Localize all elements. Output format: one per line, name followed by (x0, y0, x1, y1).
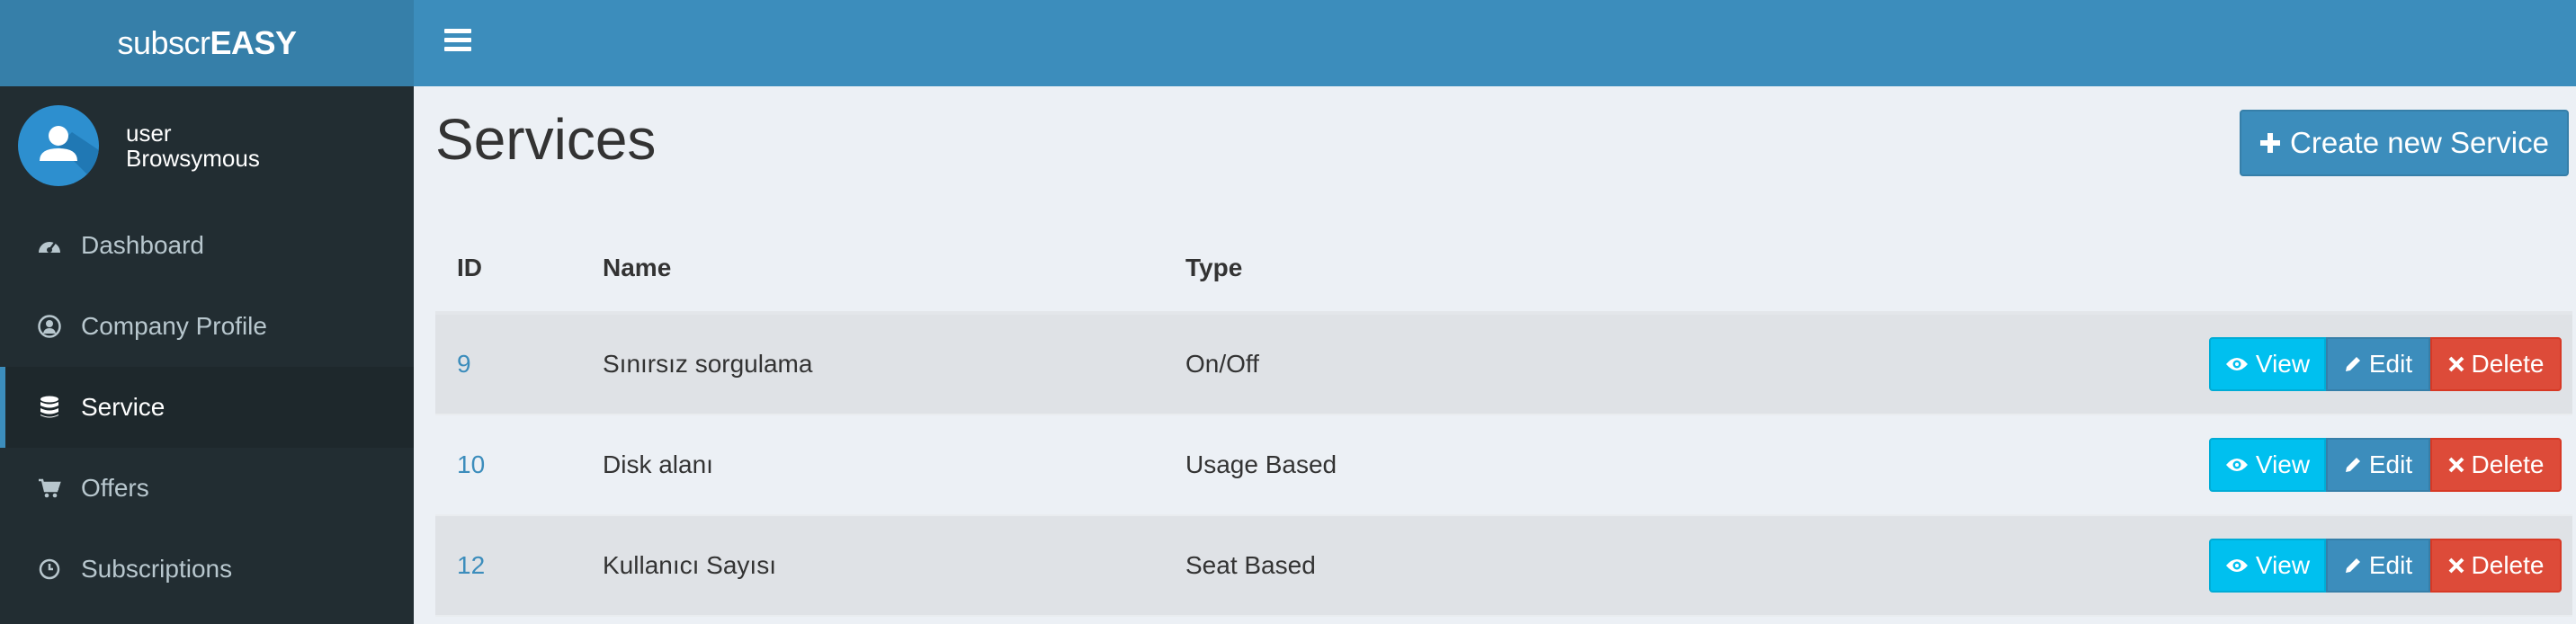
table-row: 10 Disk alanı Usage Based View Edit Dele… (435, 415, 2572, 516)
delete-button[interactable]: Delete (2430, 337, 2562, 391)
services-table: ID Name Type 9 Sınırsız sorgulama On/Off… (435, 225, 2572, 617)
edit-label: Edit (2368, 551, 2413, 579)
column-header-id: ID (457, 254, 482, 281)
eye-icon (2225, 557, 2249, 574)
row-type: On/Off (1185, 350, 1259, 378)
times-icon (2448, 557, 2464, 574)
row-actions: View Edit Delete (1815, 539, 2572, 593)
sidebar-item-subscriptions[interactable]: Subscriptions (0, 529, 414, 610)
cart-icon (36, 475, 63, 502)
sidebar: subscr EASY user Browsymous Dashboard Com… (0, 0, 414, 624)
top-navbar (414, 0, 2576, 86)
column-header-type: Type (1185, 254, 1243, 281)
delete-label: Delete (2471, 450, 2545, 478)
view-button[interactable]: View (2209, 539, 2326, 593)
view-label: View (2255, 551, 2311, 579)
create-service-button[interactable]: Create new Service (2240, 110, 2569, 176)
sidebar-item-label: Offers (81, 474, 149, 502)
times-icon (2448, 457, 2464, 473)
database-icon (36, 394, 63, 421)
table-header: ID Name Type (435, 225, 2572, 315)
sidebar-item-label: Dashboard (81, 231, 204, 259)
user-avatar-icon (40, 126, 99, 186)
row-type: Usage Based (1185, 450, 1337, 478)
row-actions: View Edit Delete (1815, 337, 2572, 391)
edit-button[interactable]: Edit (2326, 438, 2430, 492)
column-header-name: Name (603, 254, 672, 281)
user-name-line2: Browsymous (126, 145, 260, 172)
hamburger-icon[interactable] (444, 29, 471, 52)
sidebar-item-company-profile[interactable]: Company Profile (0, 286, 414, 367)
row-id-link[interactable]: 10 (457, 450, 485, 478)
edit-label: Edit (2368, 350, 2413, 378)
plus-icon (2259, 124, 2281, 162)
row-id-link[interactable]: 12 (457, 551, 485, 579)
table-row: 12 Kullanıcı Sayısı Seat Based View Edit… (435, 516, 2572, 617)
row-name: Disk alanı (603, 450, 713, 478)
table-row: 9 Sınırsız sorgulama On/Off View Edit De… (435, 315, 2572, 415)
sidebar-item-label: Subscriptions (81, 555, 233, 583)
user-name: user Browsymous (126, 120, 260, 171)
row-type: Seat Based (1185, 551, 1316, 579)
pencil-icon (2344, 557, 2362, 575)
user-panel: user Browsymous (0, 86, 414, 205)
row-name: Kullanıcı Sayısı (603, 551, 776, 579)
times-icon (2448, 356, 2464, 372)
delete-label: Delete (2471, 551, 2545, 579)
delete-button[interactable]: Delete (2430, 539, 2562, 593)
sidebar-item-offers[interactable]: Offers (0, 448, 414, 529)
sidebar-item-service[interactable]: Service (0, 367, 414, 448)
clock-icon (36, 556, 63, 583)
view-button[interactable]: View (2209, 438, 2326, 492)
user-name-line1: user (126, 120, 172, 147)
logo-light-text: subscr (117, 24, 210, 61)
sidebar-item-dashboard[interactable]: Dashboard (0, 205, 414, 286)
page-title: Services (435, 107, 657, 172)
user-circle-icon (36, 313, 63, 340)
pencil-icon (2344, 355, 2362, 373)
edit-button[interactable]: Edit (2326, 539, 2430, 593)
pencil-icon (2344, 456, 2362, 474)
avatar (18, 105, 99, 186)
app-logo[interactable]: subscr EASY (0, 0, 414, 86)
sidebar-item-label: Service (81, 393, 165, 421)
logo-bold-text: EASY (210, 24, 297, 61)
view-button[interactable]: View (2209, 337, 2326, 391)
create-service-label: Create new Service (2290, 126, 2549, 159)
view-label: View (2255, 450, 2311, 478)
dashboard-icon (36, 232, 63, 259)
edit-label: Edit (2368, 450, 2413, 478)
sidebar-item-label: Company Profile (81, 312, 267, 340)
delete-label: Delete (2471, 350, 2545, 378)
row-id-link[interactable]: 9 (457, 350, 471, 378)
view-label: View (2255, 350, 2311, 378)
eye-icon (2225, 457, 2249, 473)
row-actions: View Edit Delete (1815, 438, 2572, 492)
row-name: Sınırsız sorgulama (603, 350, 813, 378)
delete-button[interactable]: Delete (2430, 438, 2562, 492)
eye-icon (2225, 356, 2249, 372)
edit-button[interactable]: Edit (2326, 337, 2430, 391)
